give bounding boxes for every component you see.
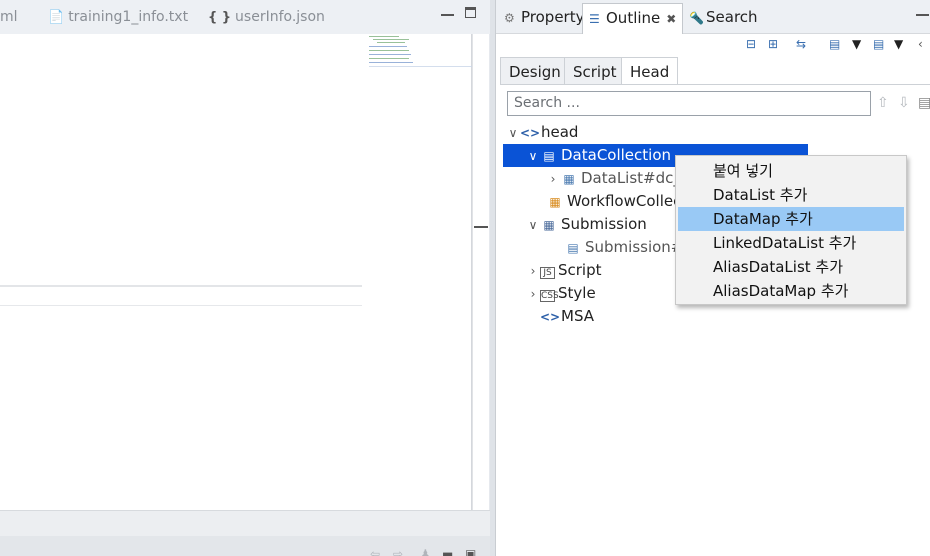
code-icon: <> [540,310,561,324]
chevron-right-icon[interactable]: › [546,168,560,191]
arrow-up-icon[interactable]: ⇧ [877,95,889,111]
tree-node-label: Script [558,261,602,279]
js-icon: JS [540,267,555,279]
minimize-icon[interactable]: ▬ [442,547,453,556]
tree-node-head[interactable]: ∨ <>head [506,121,579,145]
tab-label: Design [509,63,561,81]
editor-tab-xml[interactable]: ml [0,9,18,25]
search-icon: 🔦 [689,11,704,25]
workflow-icon: ▦ [549,195,561,209]
editor-content[interactable] [0,34,472,510]
tree-node-datalist[interactable]: › ▦ DataList#dc_c [546,167,690,191]
editor-tab-bar: ml 📄 training1_info.txt { } userInfo.json [0,0,490,34]
text-file-icon: 📄 [48,10,65,25]
menu-item-add-linkeddatalist[interactable]: LinkedDataList 추가 [678,231,904,255]
tree-node-submission[interactable]: ∨ ▦ Submission [526,213,647,236]
arrow-down-icon[interactable]: ⇩ [898,95,910,111]
editor-tab-label: userInfo.json [235,9,325,25]
chevron-right-icon[interactable]: › [526,283,540,306]
css-icon: CSS [540,290,559,302]
forward-arrow-icon[interactable]: ⇨ [393,547,403,556]
tree-node-label: WorkflowCollec [567,192,682,210]
menu-item-add-datalist[interactable]: DataList 추가 [678,183,904,207]
minimap[interactable] [369,34,472,70]
chevron-left-icon[interactable]: ‹ [918,37,923,51]
chevron-right-icon[interactable]: › [526,260,540,283]
tab-label: Script [573,63,617,81]
tab-label: Outline [606,9,661,27]
maximize-icon[interactable] [465,7,476,18]
view-tab-bar: ⚙ Property ☰ Outline ✖ 🔦 Search [496,0,930,34]
sub-tab-divider [500,84,930,85]
outline-icon: ☰ [589,12,600,26]
editor-tab-label: training1_info.txt [68,9,189,25]
vertical-scrollbar[interactable] [472,34,489,510]
maximize-icon[interactable]: ▣ [465,547,476,556]
add-datacollection-icon[interactable]: ▤ [829,37,840,51]
submission-icon: ▦ [543,218,555,232]
add-submission-icon[interactable]: ▤ [873,37,884,51]
tree-node-label: Submission [561,215,647,233]
tree-node-script[interactable]: › JS Script [526,259,602,282]
editor-divider [0,285,362,287]
tree-node-label: DataList#dc_c [581,169,690,187]
json-file-icon: { } [208,10,232,25]
tab-label: Property [521,8,585,26]
minimize-icon[interactable] [441,8,454,16]
tree-node-workflowcollection[interactable]: ▦ WorkflowCollec [546,190,681,213]
scroll-position-marker[interactable] [474,226,488,228]
tab-search[interactable]: 🔦 Search [683,3,764,32]
code-icon: <> [520,126,541,140]
property-icon: ⚙ [504,11,515,25]
minimize-icon[interactable] [916,8,929,16]
person-icon[interactable]: ♟ [420,547,431,556]
editor-tab-userinfo-json[interactable]: { } userInfo.json [208,9,325,25]
tab-script[interactable]: Script [564,57,626,85]
bottom-view-toolbar [0,536,490,556]
context-menu: 붙여 넣기 DataList 추가 DataMap 추가 LinkedDataL… [675,155,907,305]
close-icon[interactable]: ✖ [666,12,676,26]
submission-item-icon: ▤ [567,241,579,255]
menu-item-add-aliasdatamap[interactable]: AliasDataMap 추가 [678,279,904,303]
menu-item-add-datamap[interactable]: DataMap 추가 [678,207,904,231]
datalist-icon: ▦ [563,172,575,186]
chevron-down-icon[interactable]: ∨ [506,122,520,145]
chevron-down-icon[interactable]: ∨ [526,214,540,237]
database-icon: ▤ [543,149,555,163]
tab-design[interactable]: Design [500,57,570,85]
tab-label: Search [706,8,758,26]
menu-item-add-aliasdatalist[interactable]: AliasDataList 추가 [678,255,904,279]
expand-all-icon[interactable]: ⊞ [768,37,778,51]
tree-node-submission-item[interactable]: ▤ Submission#s [564,236,691,259]
tab-head[interactable]: Head [621,57,679,85]
collapse-all-icon[interactable]: ⊟ [746,37,756,51]
editor-tab-label: ml [0,9,18,25]
editor-status-strip [0,510,490,536]
menu-item-paste[interactable]: 붙여 넣기 [678,159,904,183]
tree-node-label: head [541,123,579,141]
editor-area: ml 📄 training1_info.txt { } userInfo.json … [0,0,490,556]
tab-property[interactable]: ⚙ Property [498,3,590,32]
chevron-down-icon[interactable]: ▼ [894,37,903,51]
search-input[interactable]: Search ... [507,91,871,116]
tab-outline[interactable]: ☰ Outline ✖ [582,3,684,34]
editor-tab-training1-info[interactable]: 📄 training1_info.txt [48,9,188,25]
tab-label: Head [630,63,670,81]
tree-node-label: MSA [561,307,595,325]
filter-icon[interactable]: ▤ [918,95,930,111]
back-arrow-icon[interactable]: ⇦ [370,547,380,556]
tree-node-label: Style [558,284,596,302]
tree-node-msa[interactable]: <>MSA [540,305,594,328]
search-placeholder: Search ... [514,95,580,111]
chevron-down-icon[interactable]: ▼ [852,37,861,51]
tree-node-style[interactable]: › CSSStyle [526,282,596,305]
outline-toolbar: ⊟ ⊞ ⇆ ▤ ▼ ▤ ▼ ‹ [496,34,930,56]
link-editor-icon[interactable]: ⇆ [796,37,806,51]
tree-node-label: DataCollection [561,146,672,164]
editor-divider [0,305,362,306]
chevron-down-icon[interactable]: ∨ [526,145,540,168]
